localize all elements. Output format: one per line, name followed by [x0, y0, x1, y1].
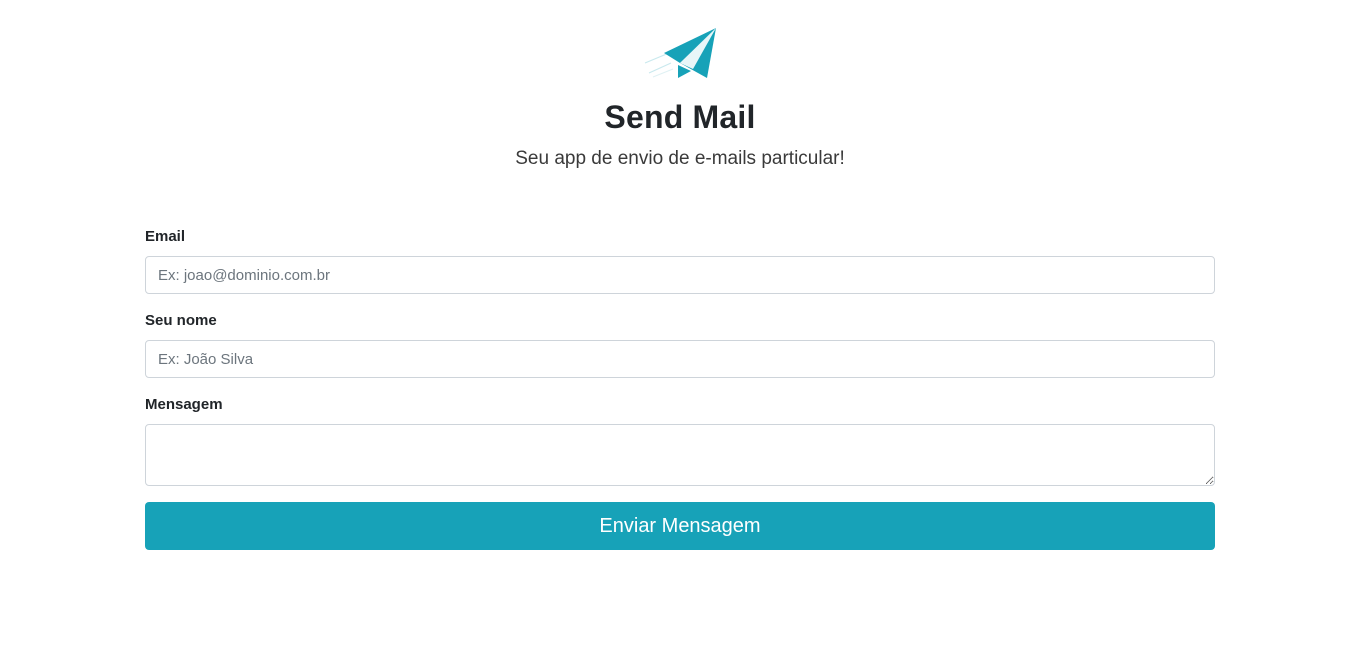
send-message-button[interactable]: Enviar Mensagem — [145, 502, 1215, 550]
email-group: Email — [145, 226, 1215, 294]
send-mail-form: Email Seu nome Mensagem Enviar Mensagem — [145, 226, 1215, 550]
message-group: Mensagem — [145, 394, 1215, 486]
email-label: Email — [145, 228, 186, 245]
name-input[interactable] — [145, 340, 1215, 378]
page-title: Send Mail — [604, 99, 756, 135]
paper-plane-icon — [644, 28, 716, 78]
page-subtitle: Seu app de envio de e-mails particular! — [515, 148, 845, 169]
message-textarea[interactable] — [145, 424, 1215, 486]
message-label: Mensagem — [145, 396, 223, 413]
name-group: Seu nome — [145, 310, 1215, 378]
name-label: Seu nome — [145, 312, 217, 329]
email-input[interactable] — [145, 256, 1215, 294]
